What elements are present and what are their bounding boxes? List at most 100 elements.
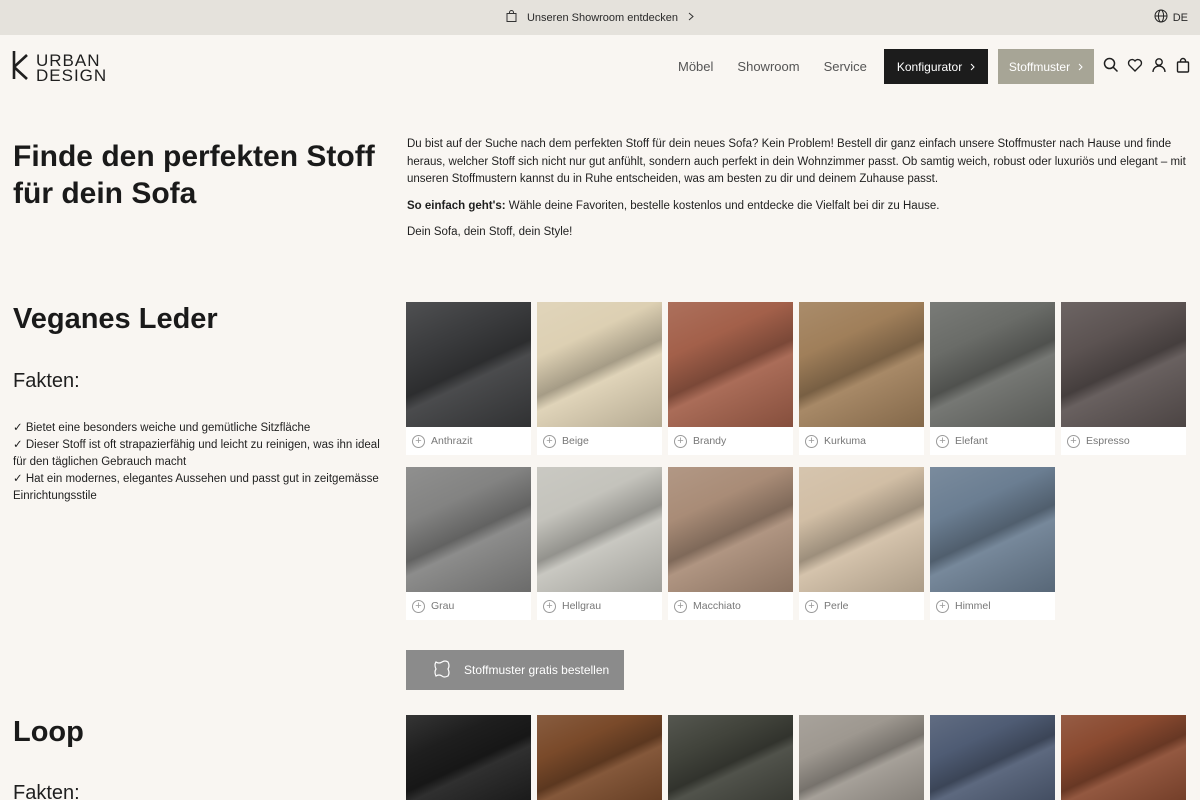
swatch-label-row[interactable]: + Kurkuma [799,427,924,455]
swatch-image[interactable] [930,467,1055,592]
add-icon[interactable]: + [805,599,818,613]
fabric-swatch[interactable] [1061,715,1186,800]
add-icon[interactable]: + [674,434,687,448]
swatch-name: Brandy [693,435,727,447]
add-icon[interactable]: + [805,434,818,448]
swatch-label-row[interactable]: + Hellgrau [537,592,662,620]
add-icon[interactable]: + [674,599,687,613]
swatch-name: Grau [431,600,455,612]
stoffmuster-button[interactable]: Stoffmuster [998,49,1094,84]
order-samples-button[interactable]: Stoffmuster gratis bestellen [406,650,624,690]
swatch-label-row[interactable]: + Anthrazit [406,427,531,455]
swatch-image[interactable] [406,302,531,427]
search-icon[interactable] [1103,57,1119,73]
swatch-image[interactable] [799,302,924,427]
fabric-swatch[interactable]: + Hellgrau [537,467,662,620]
swatch-label-row[interactable]: + Brandy [668,427,793,455]
fabric-swatch[interactable]: + Anthrazit [406,302,531,455]
fabric-swatch[interactable] [406,715,531,800]
swatch-image[interactable] [930,302,1055,427]
fact-item: ✓ Dieser Stoff ist oft strapazierfähig u… [13,439,380,468]
swatch-image[interactable] [799,467,924,592]
add-icon[interactable]: + [543,599,556,613]
howto-paragraph: So einfach geht's: Wähle deine Favoriten… [407,198,1192,216]
fabric-swatch[interactable] [930,715,1055,800]
swatch-name: Espresso [1086,435,1130,447]
fabric-swatch[interactable]: + Macchiato [668,467,793,620]
order-samples-label: Stoffmuster gratis bestellen [464,663,610,677]
intro-text: Du bist auf der Suche nach dem perfekten… [407,136,1192,251]
fabric-swatch[interactable]: + Perle [799,467,924,620]
swatch-label-row[interactable]: + Macchiato [668,592,793,620]
swatch-name: Perle [824,600,849,612]
swatch-name: Hellgrau [562,600,602,612]
language-code: DE [1172,11,1188,24]
swatch-name: Kurkuma [824,435,867,447]
swatch-name: Beige [562,435,589,447]
page-title: Finde den perfekten Stoff für dein Sofa [13,140,375,210]
logo[interactable]: URBAN DESIGN [12,49,107,86]
fabric-swatch[interactable] [799,715,924,800]
konfigurator-button[interactable]: Konfigurator [884,49,988,84]
fabric-icon [432,659,452,682]
intro-paragraph: Du bist auf der Suche nach dem perfekten… [407,138,1186,185]
swatch-label-row[interactable]: + Grau [406,592,531,620]
howto-bold: So einfach geht's: [407,199,506,212]
announcement-bar: Unseren Showroom entdecken DE [0,0,1200,35]
fabric-swatch[interactable]: + Beige [537,302,662,455]
fact-item: ✓ Hat ein modernes, elegantes Aussehen u… [13,473,379,502]
fabric-swatch[interactable]: + Grau [406,467,531,620]
add-icon[interactable]: + [936,599,949,613]
stoffmuster-label: Stoffmuster [1008,59,1071,74]
swatch-label-row[interactable]: + Perle [799,592,924,620]
section-title-veganes-leder: Veganes Leder [13,303,218,335]
swatch-image[interactable] [406,467,531,592]
section-title-loop: Loop [13,716,84,748]
chevron-right-icon [1078,60,1083,74]
language-selector[interactable]: DE [1154,0,1188,35]
swatch-name: Himmel [955,600,991,612]
konfigurator-label: Konfigurator [896,59,963,74]
fabric-swatch[interactable]: + Himmel [930,467,1055,620]
fabric-swatch[interactable]: + Brandy [668,302,793,455]
swatch-label-row[interactable]: + Elefant [930,427,1055,455]
logo-line-2: DESIGN [36,65,108,85]
swatch-image[interactable] [537,302,662,427]
user-icon[interactable] [1151,57,1167,73]
howto-text: Wähle deine Favoriten, bestelle kostenlo… [505,199,940,212]
site-header: URBAN DESIGN Möbel Showroom Service Konf… [0,35,1200,100]
nav-item-showroom[interactable]: Showroom [737,59,799,74]
nav-item-service[interactable]: Service [824,59,867,74]
showroom-promo-link[interactable]: Unseren Showroom entdecken [506,10,694,25]
add-icon[interactable]: + [543,434,556,448]
main-nav: Möbel Showroom Service [678,49,891,84]
fabric-swatch[interactable]: + Elefant [930,302,1055,455]
fabric-swatch[interactable] [668,715,793,800]
nav-item-moebel[interactable]: Möbel [678,59,713,74]
add-icon[interactable]: + [412,599,425,613]
promo-text: Unseren Showroom entdecken [526,11,679,24]
swatch-label-row[interactable]: + Beige [537,427,662,455]
cart-icon[interactable] [1175,57,1191,73]
chevron-right-icon [688,12,694,24]
fabric-swatch[interactable] [537,715,662,800]
swatch-image[interactable] [668,467,793,592]
tagline: Dein Sofa, dein Stoff, dein Style! [407,226,573,238]
swatch-image[interactable] [668,302,793,427]
swatch-name: Anthrazit [431,435,473,447]
swatch-image[interactable] [537,467,662,592]
add-icon[interactable]: + [1067,434,1080,448]
swatch-label-row[interactable]: + Espresso [1061,427,1186,455]
add-icon[interactable]: + [936,434,949,448]
facts-title: Fakten: [13,782,80,800]
swatch-name: Elefant [955,435,988,447]
heart-icon[interactable] [1127,57,1143,73]
swatch-label-row[interactable]: + Himmel [930,592,1055,620]
add-icon[interactable]: + [412,434,425,448]
fabric-swatch[interactable]: + Kurkuma [799,302,924,455]
fabric-swatch[interactable]: + Espresso [1061,302,1186,455]
shopping-bag-icon [506,10,517,25]
facts-list: ✓ Bietet eine besonders weiche und gemüt… [13,420,393,505]
chevron-right-icon [970,60,975,74]
swatch-image[interactable] [1061,302,1186,427]
